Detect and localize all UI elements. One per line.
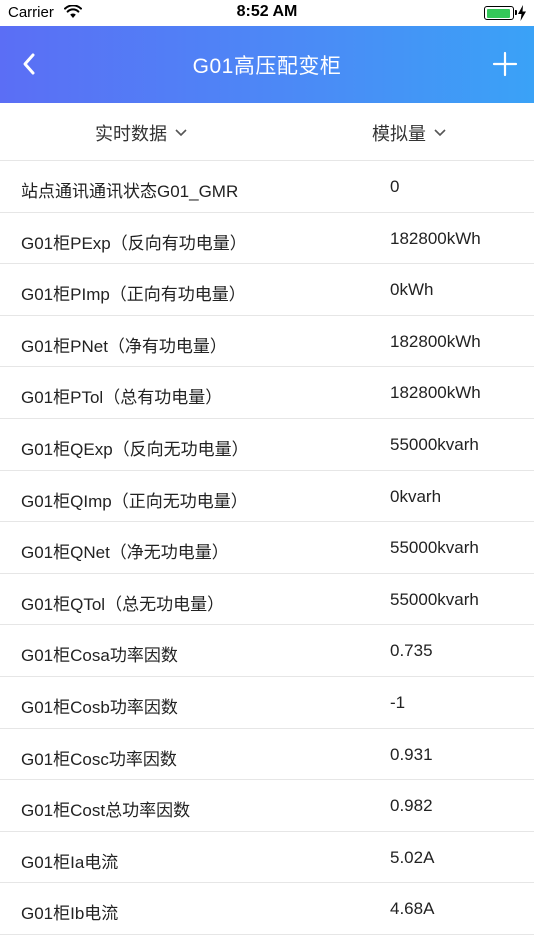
item-value: 0.735 <box>390 641 433 661</box>
item-value: 182800kWh <box>390 383 481 403</box>
item-name: G01柜Ib电流 <box>21 904 119 924</box>
list-item[interactable]: 站点通讯通讯状态G01_GMR 0 <box>0 161 534 213</box>
item-value: 0.982 <box>390 796 433 816</box>
status-bar: Carrier 8:52 AM <box>0 0 534 26</box>
list-item[interactable]: G01柜QTol（总无功电量） 55000kvarh <box>0 573 534 626</box>
list-item[interactable]: G01柜Ia电流 5.02A <box>0 831 534 884</box>
list-item[interactable]: G01柜QImp（正向无功电量） 0kvarh <box>0 470 534 523</box>
list-item[interactable]: G01柜PTol（总有功电量） 182800kWh <box>0 367 534 419</box>
list-item[interactable]: G01柜QNet（净无功电量） 55000kvarh <box>0 522 534 574</box>
item-name: G01柜QImp（正向无功电量） <box>21 491 248 511</box>
analog-dropdown[interactable]: 模拟量 <box>372 120 446 146</box>
item-name: G01柜PTol（总有功电量） <box>21 388 223 408</box>
item-value: -1 <box>390 692 406 712</box>
list-item[interactable]: G01柜PNet（净有功电量） 182800kWh <box>0 315 534 368</box>
item-value: 182800kWh <box>390 331 481 351</box>
item-name: G01柜PNet（净有功电量） <box>21 336 227 356</box>
item-value: 55000kvarh <box>390 434 479 454</box>
analog-label: 模拟量 <box>372 124 426 144</box>
realtime-data-dropdown[interactable]: 实时数据 <box>95 120 187 146</box>
item-name: G01柜PImp（正向有功电量） <box>21 285 246 305</box>
item-name: G01柜QNet（净无功电量） <box>21 543 229 563</box>
page-title: G01高压配变柜 <box>192 55 342 78</box>
item-value: 55000kvarh <box>390 538 479 558</box>
list-item[interactable]: G01柜Ib电流 4.68A <box>0 883 534 935</box>
item-value: 182800kWh <box>390 228 481 248</box>
list-item[interactable]: G01柜PExp（反向有功电量） 182800kWh <box>0 212 534 265</box>
status-time: 8:52 AM <box>236 3 298 20</box>
item-value: 5.02A <box>390 847 435 867</box>
list-item[interactable]: G01柜Cosa功率因数 0.735 <box>0 625 534 677</box>
plus-icon[interactable] <box>492 51 518 77</box>
data-list: 站点通讯通讯状态G01_GMR 0 G01柜PExp（反向有功电量） 182800k… <box>0 161 534 935</box>
chevron-down-icon <box>434 129 446 137</box>
item-value: 55000kvarh <box>390 589 479 609</box>
list-item[interactable]: G01柜Cost总功率因数 0.982 <box>0 780 534 832</box>
filter-bar: 实时数据 模拟量 <box>0 103 534 161</box>
item-name: 站点通讯通讯状态G01_GMR <box>21 182 239 201</box>
navigation-bar: G01高压配变柜 <box>0 26 534 103</box>
item-name: G01柜QTol（总无功电量） <box>21 594 225 614</box>
item-name: G01柜QExp（反向无功电量） <box>21 439 249 459</box>
item-name: G01柜Cosa功率因数 <box>21 646 178 666</box>
list-item[interactable]: G01柜PImp（正向有功电量） 0kWh <box>0 264 534 316</box>
bolt-icon <box>518 5 526 21</box>
list-item[interactable]: G01柜QExp（反向无功电量） 55000kvarh <box>0 418 534 471</box>
chevron-down-icon <box>175 129 187 137</box>
item-value: 4.68A <box>390 899 435 919</box>
realtime-data-label: 实时数据 <box>95 124 167 144</box>
item-name: G01柜Ia电流 <box>21 852 119 872</box>
item-name: G01柜Cosb功率因数 <box>21 697 178 717</box>
item-value: 0 <box>390 177 400 196</box>
item-value: 0.931 <box>390 744 433 764</box>
list-item[interactable]: G01柜Cosc功率因数 0.931 <box>0 728 534 781</box>
item-name: G01柜Cost总功率因数 <box>21 801 191 821</box>
item-name: G01柜PExp（反向有功电量） <box>21 233 247 253</box>
item-name: G01柜Cosc功率因数 <box>21 749 177 769</box>
list-item[interactable]: G01柜Cosb功率因数 -1 <box>0 676 534 729</box>
battery-icon <box>484 6 517 20</box>
item-value: 0kWh <box>390 280 434 300</box>
item-value: 0kvarh <box>390 486 442 506</box>
